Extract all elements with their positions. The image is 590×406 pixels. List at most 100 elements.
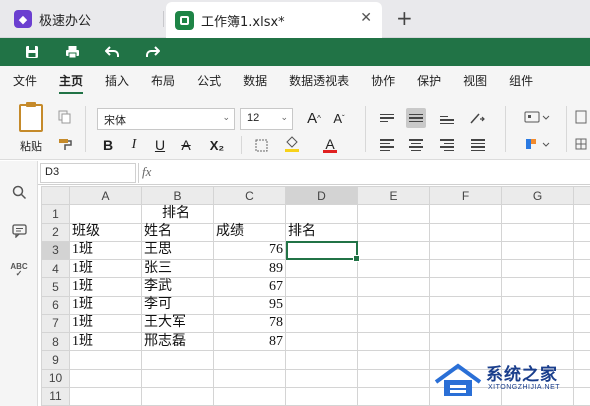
- row-header[interactable]: 9: [41, 350, 70, 370]
- align-right-icon[interactable]: [437, 135, 457, 155]
- row-header[interactable]: 3: [41, 240, 70, 261]
- row-header[interactable]: 6: [41, 295, 70, 315]
- cell[interactable]: [357, 240, 430, 261]
- number-format-icon[interactable]: [522, 107, 552, 127]
- insert-cells-icon[interactable]: [574, 134, 588, 154]
- row-header[interactable]: 10: [41, 368, 70, 388]
- cell[interactable]: [573, 222, 590, 242]
- redo-icon[interactable]: [132, 38, 172, 66]
- menu-view[interactable]: 视图: [463, 66, 487, 96]
- cell[interactable]: [285, 295, 358, 315]
- cell[interactable]: [501, 240, 574, 261]
- cell[interactable]: [69, 204, 142, 224]
- cell[interactable]: 张三: [141, 258, 214, 279]
- font-name-select[interactable]: 宋体 ⌄: [97, 108, 235, 130]
- align-center-icon[interactable]: [406, 135, 426, 155]
- align-middle-icon[interactable]: [406, 108, 426, 128]
- cell[interactable]: [429, 204, 502, 224]
- cell[interactable]: [357, 204, 430, 224]
- cell[interactable]: [285, 277, 358, 297]
- cell[interactable]: [501, 277, 574, 297]
- menu-collaborate[interactable]: 协作: [371, 66, 395, 96]
- cell[interactable]: 排名: [285, 222, 358, 242]
- cell[interactable]: [357, 258, 430, 279]
- tab-home[interactable]: ◆ 极速办公: [6, 4, 164, 34]
- cell[interactable]: [285, 386, 358, 406]
- cell[interactable]: [501, 258, 574, 279]
- cell[interactable]: 王思: [141, 240, 214, 261]
- cell[interactable]: 1班: [69, 313, 142, 334]
- font-size-select[interactable]: 12 ⌄: [240, 108, 293, 130]
- comment-icon[interactable]: [9, 221, 29, 241]
- cell[interactable]: [213, 204, 286, 224]
- cell[interactable]: [357, 350, 430, 370]
- cell[interactable]: [501, 313, 574, 334]
- column-header[interactable]: [573, 185, 590, 206]
- cell[interactable]: [573, 240, 590, 261]
- column-header[interactable]: D: [285, 185, 358, 206]
- strikethrough-button[interactable]: A: [176, 135, 196, 155]
- cell[interactable]: [429, 295, 502, 315]
- decrease-font-button[interactable]: Aˇ: [329, 108, 349, 128]
- row-header[interactable]: 1: [41, 204, 70, 224]
- cell[interactable]: 排名: [141, 204, 214, 224]
- cell[interactable]: [573, 277, 590, 297]
- cell[interactable]: [501, 222, 574, 242]
- cell[interactable]: 87: [213, 331, 286, 352]
- subscript-button[interactable]: X₂: [203, 135, 231, 155]
- cell[interactable]: [141, 350, 214, 370]
- cell[interactable]: [213, 350, 286, 370]
- cell[interactable]: 李武: [141, 277, 214, 297]
- cell[interactable]: [501, 331, 574, 352]
- cell[interactable]: [429, 222, 502, 242]
- cell[interactable]: [429, 313, 502, 334]
- column-header[interactable]: E: [357, 185, 430, 206]
- cell[interactable]: [573, 204, 590, 224]
- cell[interactable]: 班级: [69, 222, 142, 242]
- cell[interactable]: [573, 258, 590, 279]
- cell[interactable]: [357, 368, 430, 388]
- cell[interactable]: 1班: [69, 331, 142, 352]
- italic-button[interactable]: I: [124, 135, 144, 155]
- format-painter-icon[interactable]: [55, 134, 75, 154]
- cell[interactable]: [501, 204, 574, 224]
- align-top-icon[interactable]: [377, 108, 397, 128]
- cell[interactable]: [213, 386, 286, 406]
- cell[interactable]: [573, 313, 590, 334]
- cell[interactable]: 王大军: [141, 313, 214, 334]
- name-box[interactable]: D3: [40, 163, 136, 183]
- wrap-text-icon[interactable]: [574, 107, 588, 127]
- cell[interactable]: [501, 295, 574, 315]
- cell[interactable]: 1班: [69, 277, 142, 297]
- cell[interactable]: 邢志磊: [141, 331, 214, 352]
- close-icon[interactable]: ✕: [360, 10, 372, 26]
- column-header[interactable]: F: [429, 185, 502, 206]
- cell[interactable]: 89: [213, 258, 286, 279]
- active-cell[interactable]: [285, 240, 361, 263]
- menu-file[interactable]: 文件: [13, 66, 37, 96]
- menu-protect[interactable]: 保护: [417, 66, 441, 96]
- fill-color-icon[interactable]: [282, 134, 302, 154]
- font-color-button[interactable]: A: [320, 135, 340, 155]
- cell[interactable]: [285, 204, 358, 224]
- column-header[interactable]: G: [501, 185, 574, 206]
- cell[interactable]: [69, 386, 142, 406]
- undo-icon[interactable]: [92, 38, 132, 66]
- column-header[interactable]: B: [141, 185, 214, 206]
- column-header[interactable]: A: [69, 185, 142, 206]
- menu-formula[interactable]: 公式: [197, 66, 221, 96]
- tab-workbook[interactable]: 工作簿1.xlsx* ✕: [166, 2, 382, 38]
- cell[interactable]: [141, 386, 214, 406]
- cell[interactable]: [429, 240, 502, 261]
- menu-layout[interactable]: 布局: [151, 66, 175, 96]
- text-orientation-icon[interactable]: [468, 108, 488, 128]
- menu-home[interactable]: 主页: [59, 66, 84, 96]
- save-icon[interactable]: [12, 38, 52, 66]
- cell[interactable]: [357, 331, 430, 352]
- cell[interactable]: [285, 331, 358, 352]
- row-header[interactable]: 2: [41, 222, 70, 242]
- cell[interactable]: 95: [213, 295, 286, 315]
- spellcheck-icon[interactable]: ABC ✓: [9, 259, 29, 279]
- cell[interactable]: [357, 313, 430, 334]
- borders-icon[interactable]: [251, 135, 271, 155]
